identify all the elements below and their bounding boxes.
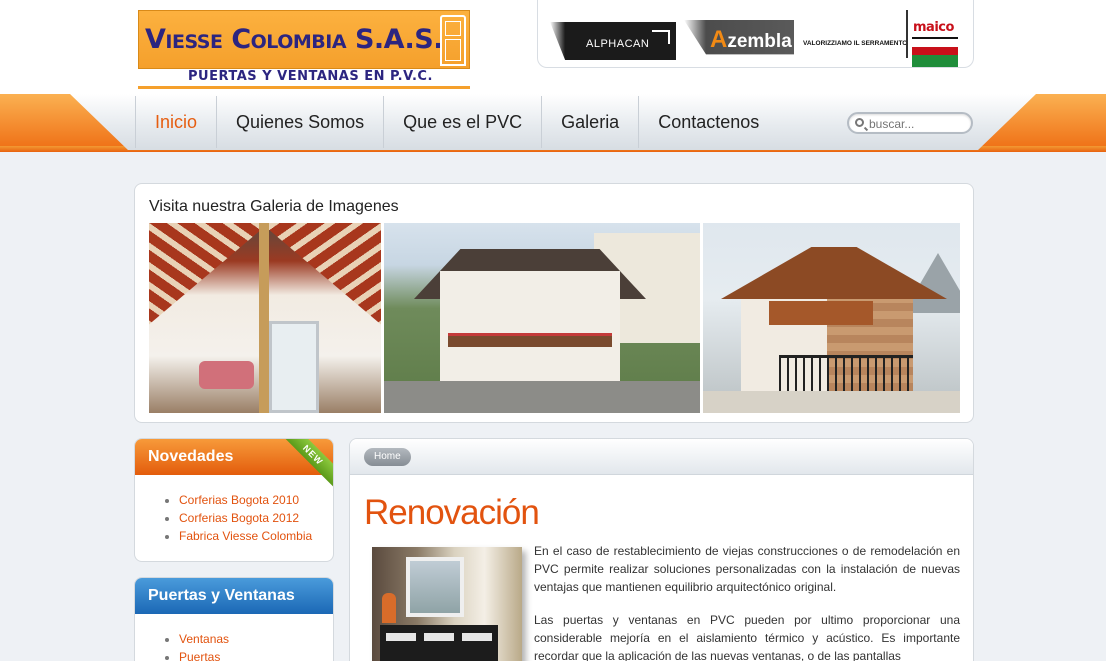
site-logo[interactable]: Viesse Colombia S.A.S. PUERTAS Y VENTANA… [138,10,470,90]
nav-item-galeria[interactable]: Galeria [541,96,638,148]
photo-door [269,321,319,413]
list-item: Corferias Bogota 2012 [179,509,333,527]
photo-balcony [769,301,873,325]
gallery-title: Visita nuestra Galeria de Imagenes [149,198,399,215]
puertas-link-ventanas[interactable]: Ventanas [179,632,229,646]
image-plant [382,593,396,623]
novedades-link-fabrica[interactable]: Fabrica Viesse Colombia [179,529,312,543]
search-box [847,112,973,134]
search-icon[interactable] [855,118,864,127]
header: Viesse Colombia S.A.S. PUERTAS Y VENTANA… [0,0,1106,95]
novedades-link-corferias-2010[interactable]: Corferias Bogota 2010 [179,493,299,507]
page-title: Renovación [364,493,540,532]
logo-subtitle: PUERTAS Y VENTANAS EN P.V.C. [188,69,433,84]
photo-fence [779,355,913,391]
photo-roof-left [149,223,269,333]
gallery-photo-chalet[interactable] [384,223,700,413]
azembla-label: zembla [727,31,792,52]
nav-menu: Inicio Quienes Somos Que es el PVC Galer… [135,96,778,148]
alphacan-label: ALPHACAN [586,38,650,50]
door-icon [440,15,466,66]
azembla-mark: A [710,26,728,53]
photo-house [440,271,620,391]
article-paragraph-2: Las puertas y ventanas en PVC pueden por… [534,613,960,661]
photo-road [384,381,700,413]
novedades-box: Novedades NEW Corferias Bogota 2010 Corf… [134,438,334,562]
valorizziamo-logo[interactable]: VALORIZZIAMO IL SERRAMENTO [800,10,908,70]
photo-balcony [448,333,612,347]
maico-green-band [912,55,958,67]
list-item: Corferias Bogota 2010 [179,491,333,509]
nav-item-inicio[interactable]: Inicio [135,96,216,148]
novedades-link-corferias-2012[interactable]: Corferias Bogota 2012 [179,511,299,525]
maico-label: maico [913,20,954,35]
maico-line [912,37,958,39]
novedades-list: Corferias Bogota 2010 Corferias Bogota 2… [135,475,333,545]
photo-children [199,361,254,389]
puertas-ventanas-box: Puertas y Ventanas Ventanas Puertas [134,577,334,661]
puertas-ventanas-header: Puertas y Ventanas [135,578,333,614]
list-item: Puertas [179,648,333,661]
logo-underline [138,86,470,89]
breadcrumb-home[interactable]: Home [364,448,411,466]
novedades-title: Novedades [148,448,234,465]
alphacan-mark-icon [652,30,670,44]
maico-red-band [912,47,958,55]
azembla-wordmark: Azembla [710,26,792,54]
article-paragraph-1: En el caso de restablecimiento de viejas… [534,544,960,594]
image-window [406,557,464,617]
logo-banner: Viesse Colombia S.A.S. [138,10,470,69]
logo-title: Viesse Colombia S.A.S. [145,24,444,55]
image-cabinet [380,625,498,661]
azembla-logo[interactable]: Azembla Innovación Constructiva [684,20,794,62]
novedades-header: Novedades NEW [135,439,333,489]
list-item: Ventanas [179,630,333,648]
photo-roof [721,247,947,299]
azembla-tagline: Innovación Constructiva [708,55,783,62]
main-content: Home Renovación En el caso de restableci… [349,438,974,661]
maico-logo[interactable]: maico [912,10,958,68]
puertas-ventanas-title: Puertas y Ventanas [148,587,295,604]
photo-ground [703,391,960,413]
article-image [372,547,522,661]
alphacan-logo[interactable]: ALPHACAN [550,22,676,60]
photo-beam [259,223,269,413]
nav-item-contactenos[interactable]: Contactenos [638,96,778,148]
partner-logos: ALPHACAN Azembla Innovación Constructiva… [537,0,974,68]
puertas-link-puertas[interactable]: Puertas [179,650,220,661]
puertas-ventanas-list: Ventanas Puertas [135,614,333,661]
main-navigation: Inicio Quienes Somos Que es el PVC Galer… [0,94,1106,154]
breadcrumb-bar: Home [350,439,973,475]
list-item: Fabrica Viesse Colombia [179,527,333,545]
divider [906,10,908,58]
nav-item-quienes-somos[interactable]: Quienes Somos [216,96,383,148]
gallery-panel: Visita nuestra Galeria de Imagenes [134,183,974,423]
gallery-photo-house[interactable] [703,223,960,413]
photo-roof-right [261,223,381,333]
valorizziamo-label: VALORIZZIAMO IL SERRAMENTO [803,40,908,47]
nav-item-que-es-el-pvc[interactable]: Que es el PVC [383,96,541,148]
search-input[interactable] [869,115,967,133]
gallery-photo-interior[interactable] [149,223,381,413]
